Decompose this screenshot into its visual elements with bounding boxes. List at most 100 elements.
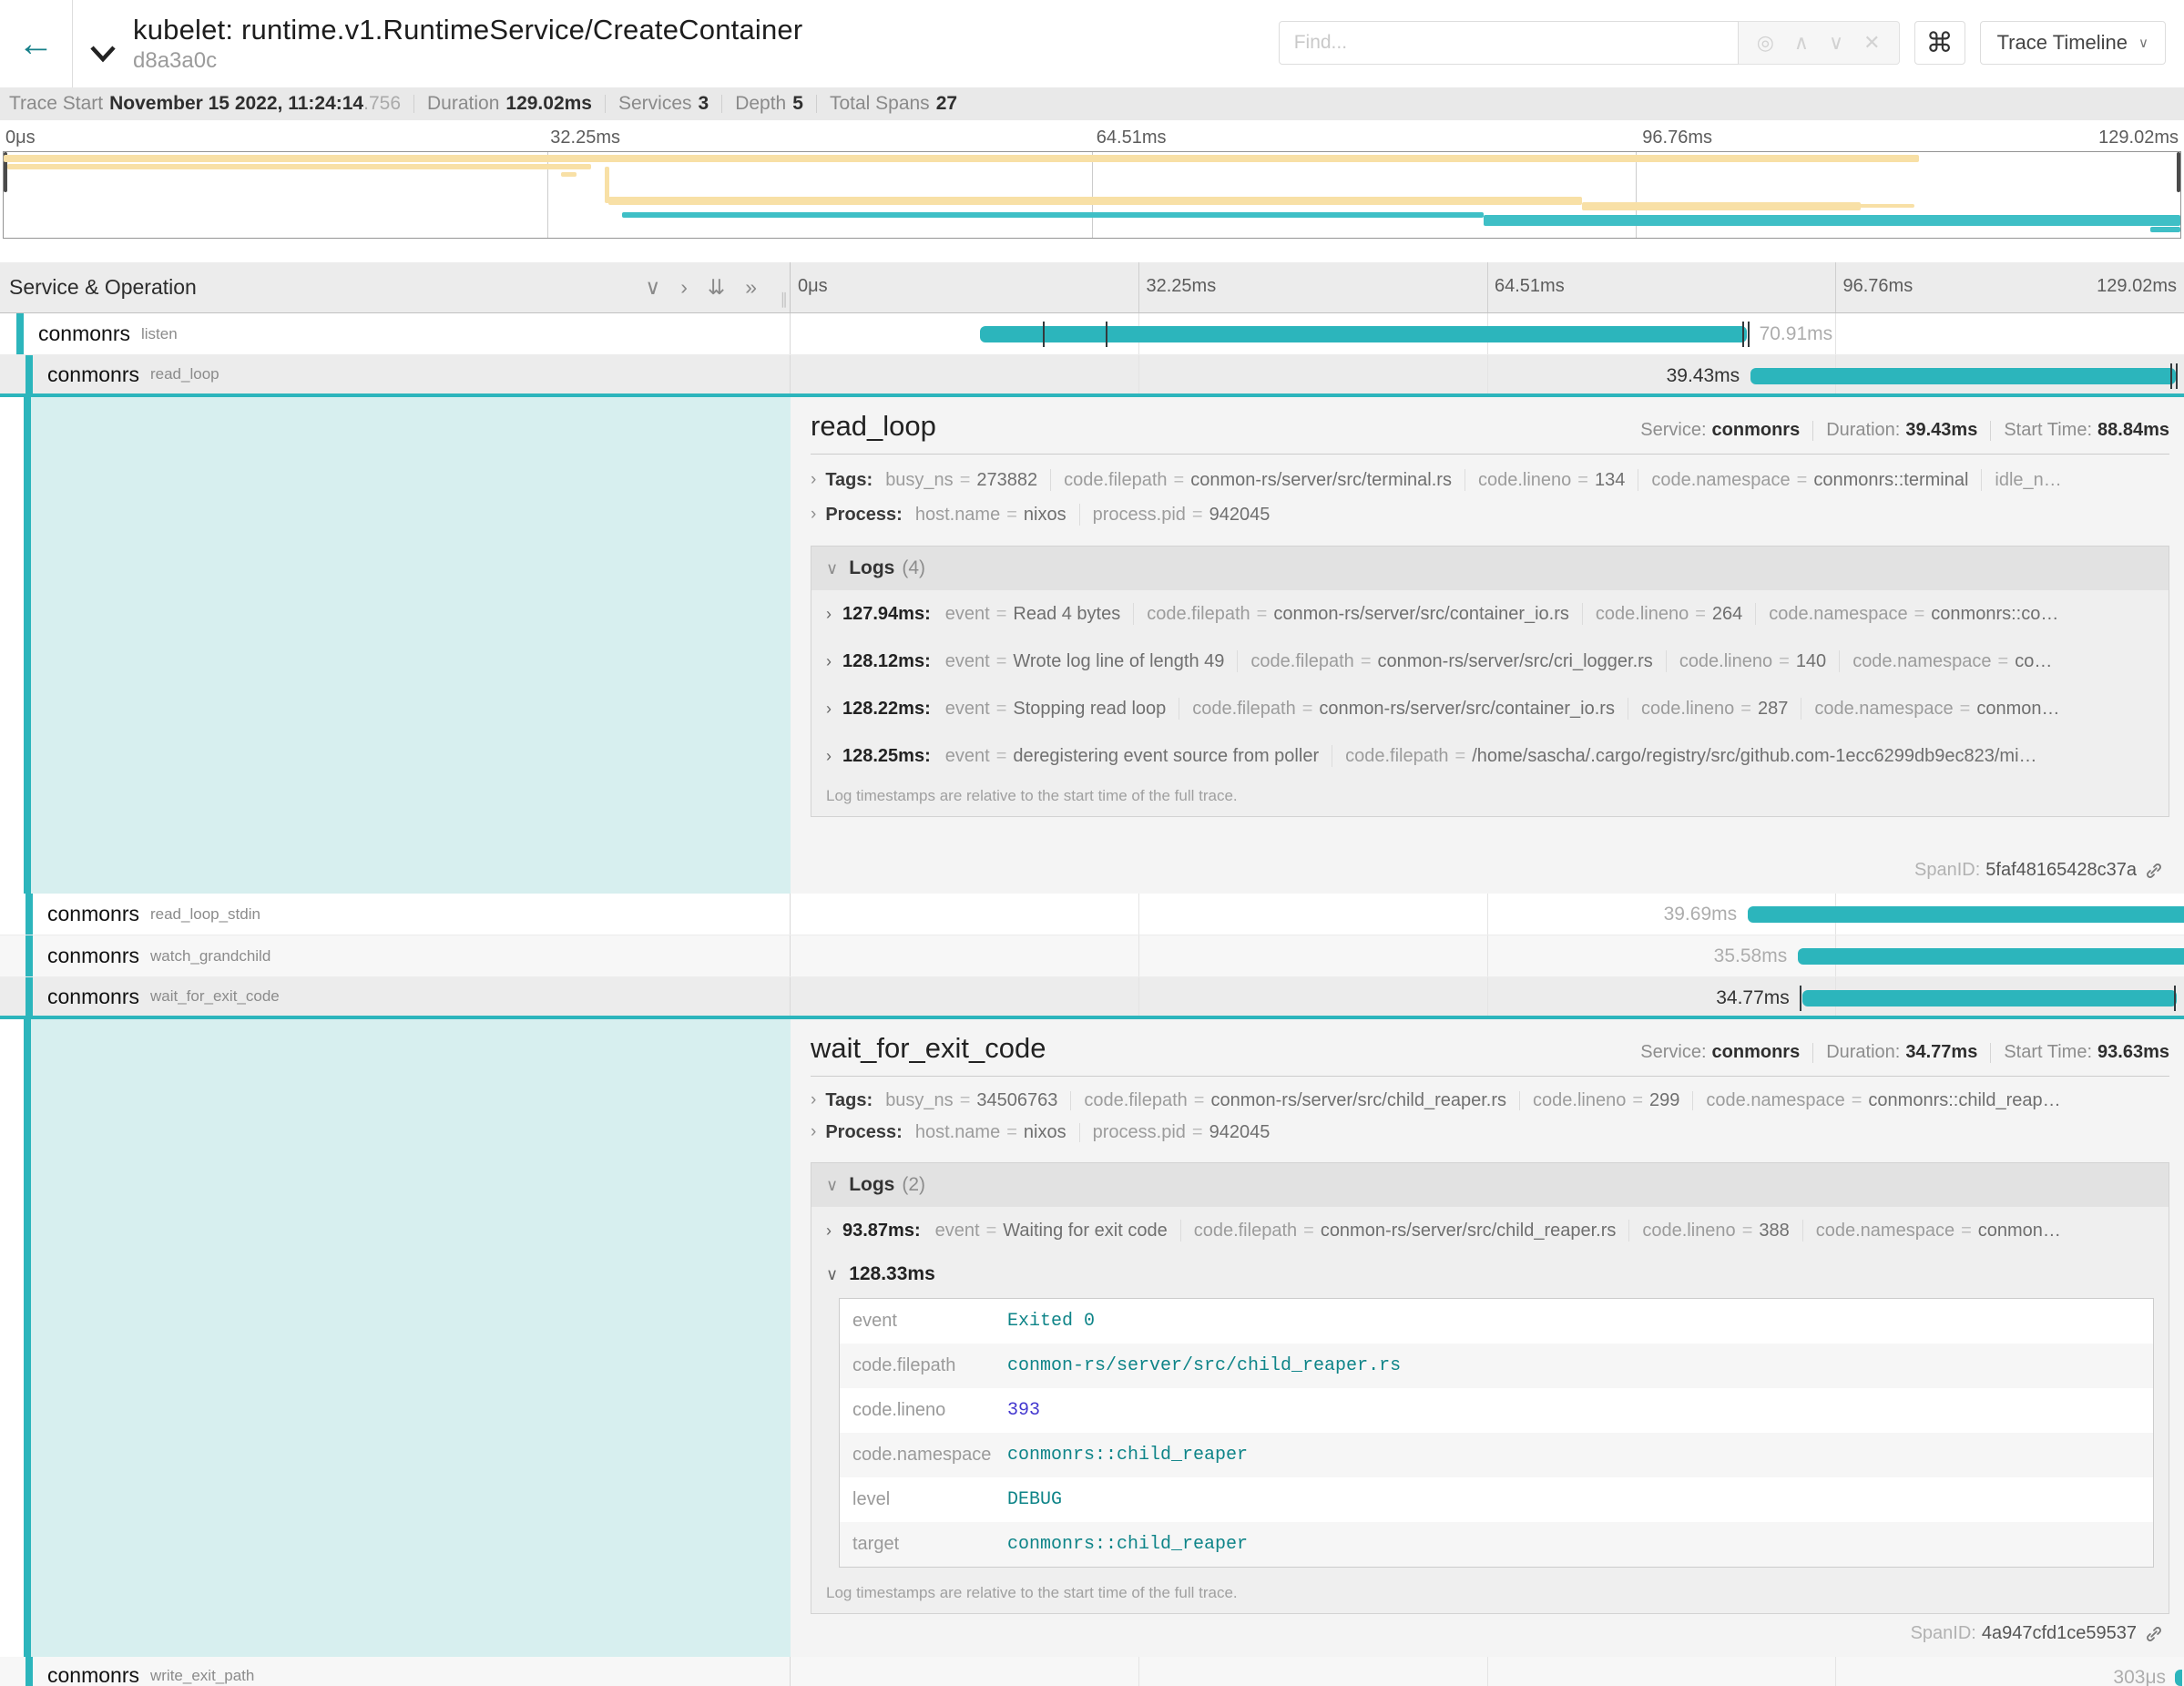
minimap-tick-1: 32.25ms xyxy=(550,128,620,148)
detail-start-value: 93.63ms xyxy=(2097,1042,2169,1063)
span-duration-label: 34.77ms xyxy=(1716,987,1790,1009)
operation-name: read_loop xyxy=(150,365,219,383)
collapse-one-icon[interactable]: ∨ xyxy=(645,275,660,300)
span-bar[interactable] xyxy=(1750,368,2176,384)
log-field-row: code.filepath conmon-rs/server/src/child… xyxy=(840,1344,2153,1388)
span-tick-mark xyxy=(1106,322,1107,347)
span-bar[interactable] xyxy=(1802,990,2178,1006)
detail-duration-value: 39.43ms xyxy=(1905,420,1977,441)
log-entry[interactable]: › 93.87ms: event=Waiting for exit code c… xyxy=(811,1207,2169,1254)
trace-start-frac: .756 xyxy=(363,93,401,115)
clear-find-icon[interactable]: ✕ xyxy=(1863,31,1880,55)
minimap-tick-4: 129.02ms xyxy=(2098,128,2179,148)
span-bar[interactable] xyxy=(1798,948,2184,965)
back-button[interactable]: ← xyxy=(0,0,73,87)
find-input[interactable] xyxy=(1279,21,1739,65)
minimap-span-line xyxy=(2150,227,2180,232)
chevron-down-icon: ∨ xyxy=(826,559,838,578)
expand-one-icon[interactable]: › xyxy=(680,275,688,300)
log-entry[interactable]: › 127.94ms: event=Read 4 bytes code.file… xyxy=(811,590,2169,638)
span-id-value: 5faf48165428c37a xyxy=(1985,860,2137,881)
span-id-label: SpanID: xyxy=(1911,1623,1976,1644)
depth-value: 5 xyxy=(792,93,803,115)
span-detail-wait-for-exit-code: wait_for_exit_code Service: conmonrs Dura… xyxy=(0,1019,2184,1657)
log-entry[interactable]: › 128.12ms: event=Wrote log line of leng… xyxy=(811,638,2169,685)
prev-match-icon[interactable]: ∧ xyxy=(1794,31,1809,55)
chevron-right-icon: › xyxy=(811,1091,816,1110)
process-label: Process: xyxy=(825,505,903,526)
logs-section: ∨ Logs (4) › 127.94ms: event=Read 4 byte… xyxy=(811,546,2169,817)
copy-link-icon[interactable] xyxy=(2144,861,2164,881)
collapse-all-icon[interactable]: ⇊ xyxy=(708,275,725,300)
tags-row[interactable]: › Tags: busy_ns=273882 code.filepath=con… xyxy=(811,469,2169,491)
minimap-viewport-right-handle[interactable] xyxy=(2177,152,2180,192)
view-selector-label: Trace Timeline xyxy=(1997,31,2128,55)
trace-start-label: Trace Start xyxy=(9,93,103,115)
span-row-listen[interactable]: conmonrs listen 70.91ms xyxy=(0,313,2184,355)
service-name: conmonrs xyxy=(47,985,139,1009)
expand-all-icon[interactable]: » xyxy=(745,275,757,300)
logs-header[interactable]: ∨ Logs (4) xyxy=(811,547,2169,590)
services-label: Services xyxy=(618,93,692,115)
service-color-bar xyxy=(26,355,33,393)
span-bar[interactable] xyxy=(1748,906,2184,923)
span-row-read-loop-stdin[interactable]: conmonrs read_loop_stdin 39.69ms xyxy=(0,894,2184,935)
chevron-down-icon: ∨ xyxy=(826,1176,838,1195)
next-match-icon[interactable]: ∨ xyxy=(1829,31,1843,55)
span-row-watch-grandchild[interactable]: conmonrs watch_grandchild 35.58ms xyxy=(0,935,2184,977)
process-row[interactable]: › Process: host.name=nixos process.pid=9… xyxy=(811,504,2169,526)
span-tick-mark xyxy=(2174,986,2176,1011)
span-row-read-loop[interactable]: conmonrs read_loop 39.43ms xyxy=(0,355,2184,397)
tags-label: Tags: xyxy=(825,1091,873,1110)
detail-service-value: conmonrs xyxy=(1712,1042,1801,1063)
log-entry[interactable]: › 128.22ms: event=Stopping read loop cod… xyxy=(811,685,2169,732)
view-selector-button[interactable]: Trace Timeline ∨ xyxy=(1980,21,2166,65)
span-tick-mark xyxy=(2170,363,2172,389)
span-row-wait-for-exit-code[interactable]: conmonrs wait_for_exit_code 34.77ms xyxy=(0,977,2184,1019)
process-label: Process: xyxy=(825,1123,903,1142)
log-entry-expanded-header[interactable]: ∨ 128.33ms xyxy=(811,1254,2169,1291)
span-id-row: SpanID: 4a947cfd1ce59537 xyxy=(811,1614,2169,1646)
logs-count: (4) xyxy=(902,557,925,579)
span-row-write-exit-path[interactable]: conmonrs write_exit_path 303μs xyxy=(0,1657,2184,1686)
detail-start-label: Start Time: xyxy=(2004,1042,2092,1063)
span-duration-label: 39.69ms xyxy=(1664,904,1738,925)
service-color-bar xyxy=(26,1657,33,1686)
copy-link-icon[interactable] xyxy=(2144,1624,2164,1644)
process-row[interactable]: › Process: host.name=nixos process.pid=9… xyxy=(811,1123,2169,1142)
detail-duration-label: Duration: xyxy=(1826,1042,1900,1063)
minimap-span-line xyxy=(561,172,577,177)
span-bar[interactable] xyxy=(980,326,1747,342)
trace-start-value: November 15 2022, 11:24:14 xyxy=(109,93,363,115)
span-bar[interactable] xyxy=(2175,1670,2182,1686)
span-duration-label: 35.58ms xyxy=(1714,945,1788,967)
operation-name: write_exit_path xyxy=(150,1667,254,1685)
trace-minimap: 0μs 32.25ms 64.51ms 96.76ms 129.02ms xyxy=(0,120,2184,262)
match-target-icon[interactable]: ◎ xyxy=(1757,31,1774,55)
service-name: conmonrs xyxy=(47,944,139,968)
detail-start-value: 88.84ms xyxy=(2097,420,2169,441)
trace-id: d8a3a0c xyxy=(133,48,802,74)
detail-service-label: Service: xyxy=(1640,1042,1706,1063)
minimap-canvas[interactable] xyxy=(3,151,2181,239)
collapse-title-chevron-icon[interactable] xyxy=(89,45,117,67)
detail-accent-stripe xyxy=(24,397,31,894)
column-resize-grip[interactable]: ∥ xyxy=(781,291,789,309)
chevron-down-icon: ∨ xyxy=(2138,35,2148,51)
keyboard-shortcuts-button[interactable]: ⌘ xyxy=(1914,21,1965,65)
minimap-tick-3: 96.76ms xyxy=(1642,128,1712,148)
span-table-header: Service & Operation ∨ › ⇊ » ∥ 0μs 32.25m… xyxy=(0,262,2184,313)
tags-row[interactable]: › Tags: busy_ns=34506763 code.filepath=c… xyxy=(811,1091,2169,1110)
chevron-right-icon: › xyxy=(811,470,816,490)
span-duration-label: 70.91ms xyxy=(1760,323,1833,345)
ruler-tick-3: 96.76ms xyxy=(1843,276,1914,297)
span-tick-mark xyxy=(2176,363,2178,389)
logs-header[interactable]: ∨ Logs (2) xyxy=(811,1163,2169,1207)
detail-title: wait_for_exit_code xyxy=(811,1032,1046,1065)
command-icon: ⌘ xyxy=(1926,27,1954,59)
chevron-right-icon: › xyxy=(811,1123,816,1142)
ruler-tick-1: 32.25ms xyxy=(1147,276,1217,297)
duration-value: 129.02ms xyxy=(505,93,592,115)
span-id-label: SpanID: xyxy=(1914,860,1980,881)
log-entry[interactable]: › 128.25ms: event=deregistering event so… xyxy=(811,732,2169,780)
